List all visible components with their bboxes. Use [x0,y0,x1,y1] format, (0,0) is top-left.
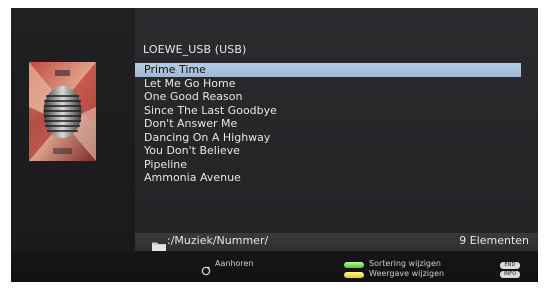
key-hint-bar [11,251,538,282]
track-item[interactable]: Since The Last Goodbye [135,104,521,118]
current-path: :/Muziek/Nummer/ [167,234,269,247]
yellow-key-icon [344,272,364,278]
tv-screen: LOEWE_USB (USB) Prime Time Let Me Go Hom… [11,8,538,282]
source-title: LOEWE_USB (USB) [143,43,247,56]
track-item[interactable]: You Don't Believe [135,144,521,158]
info-key[interactable]: INFO [500,271,520,278]
listen-label[interactable]: Aanhoren [215,259,254,268]
track-item[interactable]: Pipeline [135,158,521,172]
sort-hint[interactable]: Sortering wijzigen [369,259,441,268]
item-count: 9 Elementen [459,234,529,247]
album-cover [29,62,96,161]
track-item[interactable]: Ammonia Avenue [135,171,521,185]
view-hint[interactable]: Weergave wijzigen [369,269,444,278]
playback-icon [201,261,211,276]
green-key-icon [344,262,364,268]
track-item[interactable]: Dancing On A Highway [135,131,521,145]
folder-icon [152,237,166,252]
track-item[interactable]: Let Me Go Home [135,77,521,91]
track-item[interactable]: Prime Time [135,63,521,77]
track-item[interactable]: One Good Reason [135,90,521,104]
track-item[interactable]: Don't Answer Me [135,117,521,131]
track-list: Prime Time Let Me Go Home One Good Reason S… [135,63,521,185]
end-key[interactable]: END [500,262,520,269]
